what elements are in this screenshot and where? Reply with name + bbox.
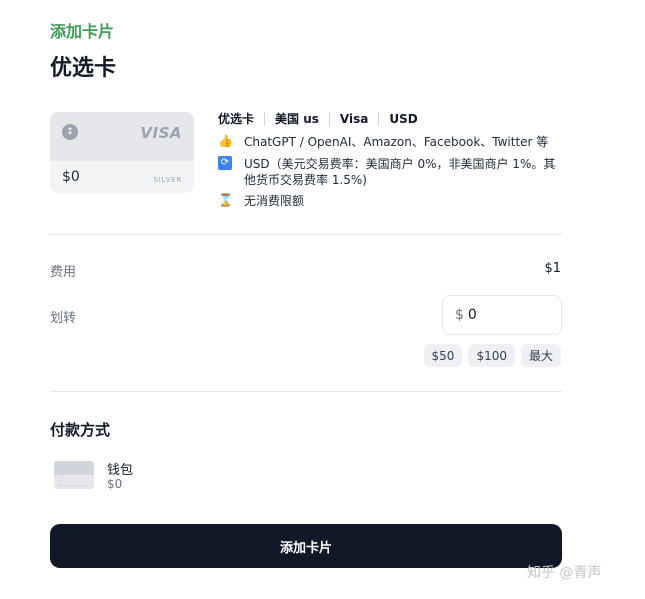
card-chip-icon: ↕	[62, 124, 78, 140]
transfer-amount-input[interactable]	[467, 307, 548, 323]
feature-limit: ⌛ 无消费限额	[218, 193, 304, 209]
add-card-button[interactable]: 添加卡片	[50, 524, 562, 568]
feature-fees: ⟳ USD（美元交易费率：美国商户 0%，非美国商户 1%。其他货币交易费率 1…	[218, 156, 563, 188]
watermark: 知乎 @青声	[527, 565, 602, 581]
feature-text: USD（美元交易费率：美国商户 0%，非美国商户 1%。其他货币交易费率 1.5…	[244, 157, 556, 187]
quick-amount-100-button[interactable]: $100	[468, 344, 515, 367]
currency-exchange-icon: ⟳	[218, 156, 232, 170]
page-title: 优选卡	[50, 56, 117, 81]
wallet-icon	[54, 461, 94, 489]
hourglass-icon: ⌛	[218, 193, 233, 207]
wallet-balance: $0	[107, 477, 123, 491]
thumbs-up-icon: 👍	[218, 134, 233, 148]
tag-network: Visa	[328, 112, 378, 126]
tag-card-type: 优选卡	[218, 112, 255, 126]
currency-prefix: $	[455, 307, 464, 323]
quick-amount-50-button[interactable]: $50	[423, 344, 463, 367]
feature-merchants: 👍 ChatGPT / OpenAI、Amazon、Facebook、Twitt…	[218, 134, 548, 150]
transfer-label: 划转	[50, 311, 77, 326]
tag-region: 美国 us	[264, 112, 329, 126]
card-preview: ↕ VISA $0 SILVER	[50, 112, 194, 193]
card-tier: SILVER	[153, 176, 182, 184]
wallet-name[interactable]: 钱包	[107, 459, 133, 478]
card-brand: VISA	[140, 124, 182, 142]
feature-text: 无消费限额	[244, 194, 305, 208]
transfer-amount-field[interactable]: $	[442, 295, 562, 335]
feature-text: ChatGPT / OpenAI、Amazon、Facebook、Twitter…	[244, 135, 549, 149]
card-balance: $0	[62, 169, 80, 185]
tag-currency: USD	[378, 112, 427, 126]
quick-amounts: $50 $100 最大	[423, 344, 561, 367]
fee-label: 费用	[50, 265, 77, 280]
fee-value: $1	[544, 261, 561, 276]
divider	[50, 234, 562, 235]
divider	[50, 391, 562, 392]
card-tags: 优选卡 美国 us Visa USD	[218, 112, 428, 126]
quick-amount-max-button[interactable]: 最大	[520, 344, 561, 367]
breadcrumb[interactable]: 添加卡片	[50, 18, 114, 42]
payment-method-title: 付款方式	[50, 421, 111, 439]
